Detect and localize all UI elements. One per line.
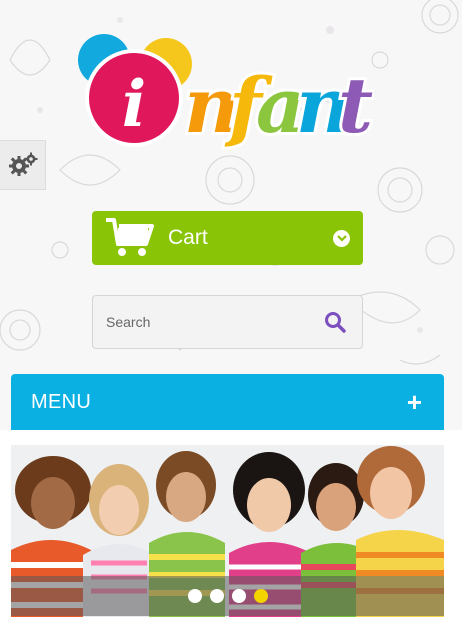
svg-text:t: t — [338, 61, 373, 150]
search-icon[interactable] — [324, 311, 346, 333]
search-box — [92, 295, 363, 349]
cart-button[interactable]: Cart — [92, 211, 363, 265]
svg-text:i: i — [122, 67, 146, 142]
search-input[interactable] — [93, 296, 324, 348]
settings-toggle[interactable] — [0, 140, 46, 190]
slide-dot-1[interactable] — [187, 589, 202, 603]
menu-label: MENU — [31, 390, 92, 413]
gears-icon — [8, 152, 37, 176]
slide-dot-2[interactable] — [209, 589, 224, 603]
slide-dot-4-active[interactable] — [253, 589, 268, 603]
shopping-cart-icon — [106, 218, 154, 256]
chevron-down-icon[interactable] — [333, 229, 350, 247]
infant-logo[interactable]: i n f a n t — [74, 28, 374, 162]
menu-toggle-bar[interactable]: MENU + — [11, 374, 444, 430]
plus-icon[interactable]: + — [407, 389, 422, 415]
slider-pagination — [11, 576, 444, 616]
slide-dot-3[interactable] — [231, 589, 246, 603]
cart-label: Cart — [168, 226, 208, 249]
